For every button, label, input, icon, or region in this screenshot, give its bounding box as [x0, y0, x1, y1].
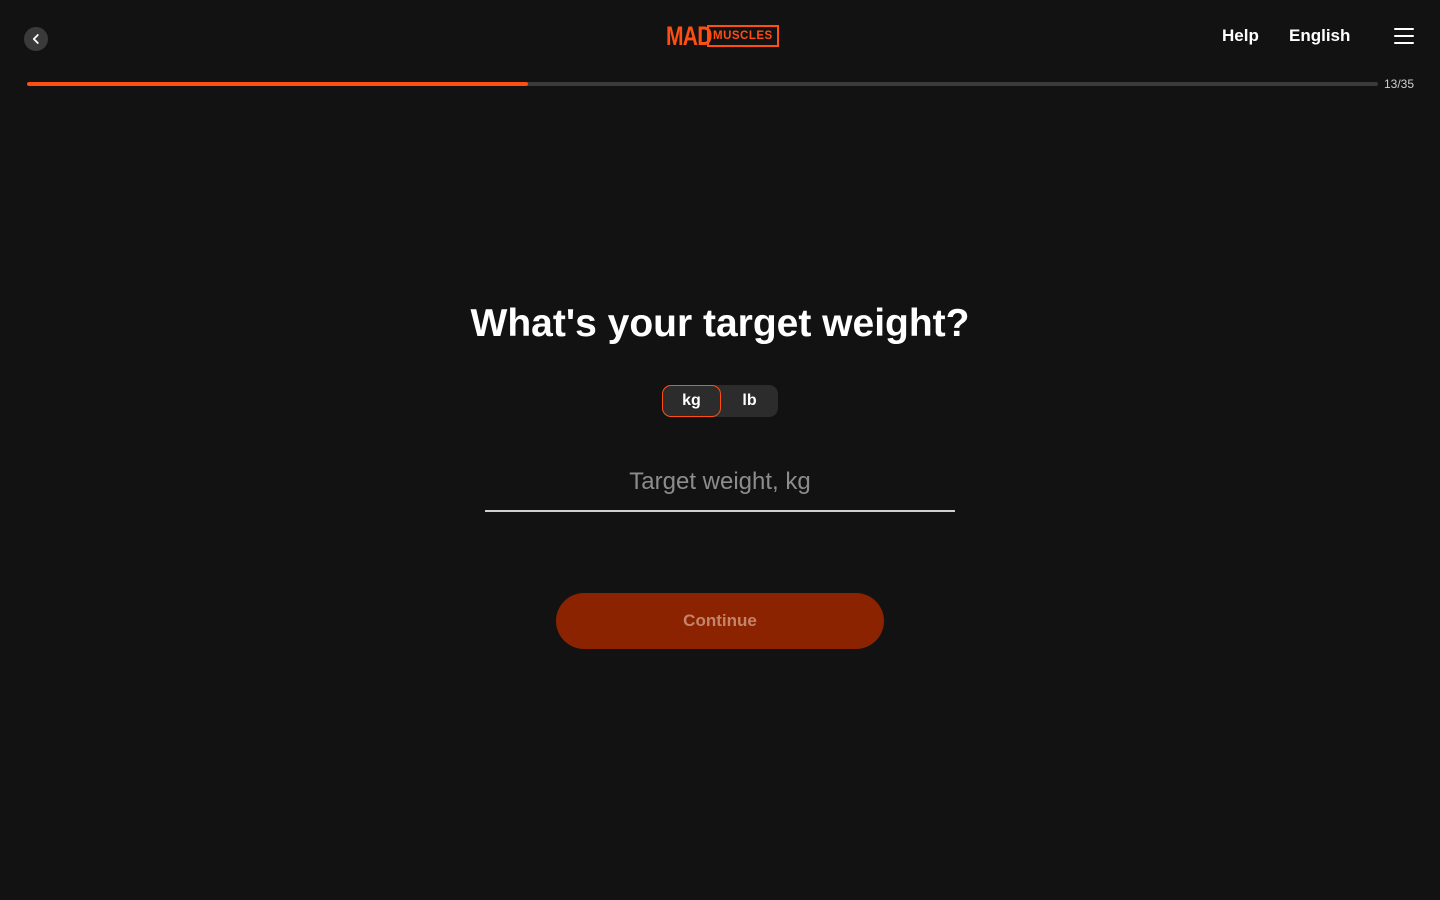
unit-option-kg[interactable]: kg [662, 385, 721, 417]
menu-line [1394, 42, 1414, 44]
progress-counter: 13/35 [1384, 77, 1415, 91]
mad-muscles-logo[interactable]: MAD MUSCLES [666, 22, 779, 50]
menu-line [1394, 28, 1414, 30]
chevron-left-icon [32, 34, 39, 44]
logo-muscles-text: MUSCLES [707, 25, 779, 47]
continue-button[interactable]: Continue [556, 593, 884, 649]
hamburger-menu-icon[interactable] [1394, 28, 1414, 44]
logo-mad-text: MAD [666, 21, 712, 51]
unit-option-lb[interactable]: lb [721, 385, 778, 417]
progress-bar-fill [27, 82, 529, 86]
back-button[interactable] [24, 27, 48, 51]
language-selector[interactable]: English [1289, 26, 1350, 46]
question-title: What's your target weight? [470, 302, 970, 345]
target-weight-input[interactable] [485, 462, 955, 512]
help-link[interactable]: Help [1222, 26, 1259, 46]
unit-toggle: kg lb [662, 385, 778, 417]
progress-bar [27, 82, 1378, 86]
menu-line [1394, 35, 1414, 37]
quiz-page: MAD MUSCLES Help English 13/35 What's yo… [0, 0, 1440, 900]
